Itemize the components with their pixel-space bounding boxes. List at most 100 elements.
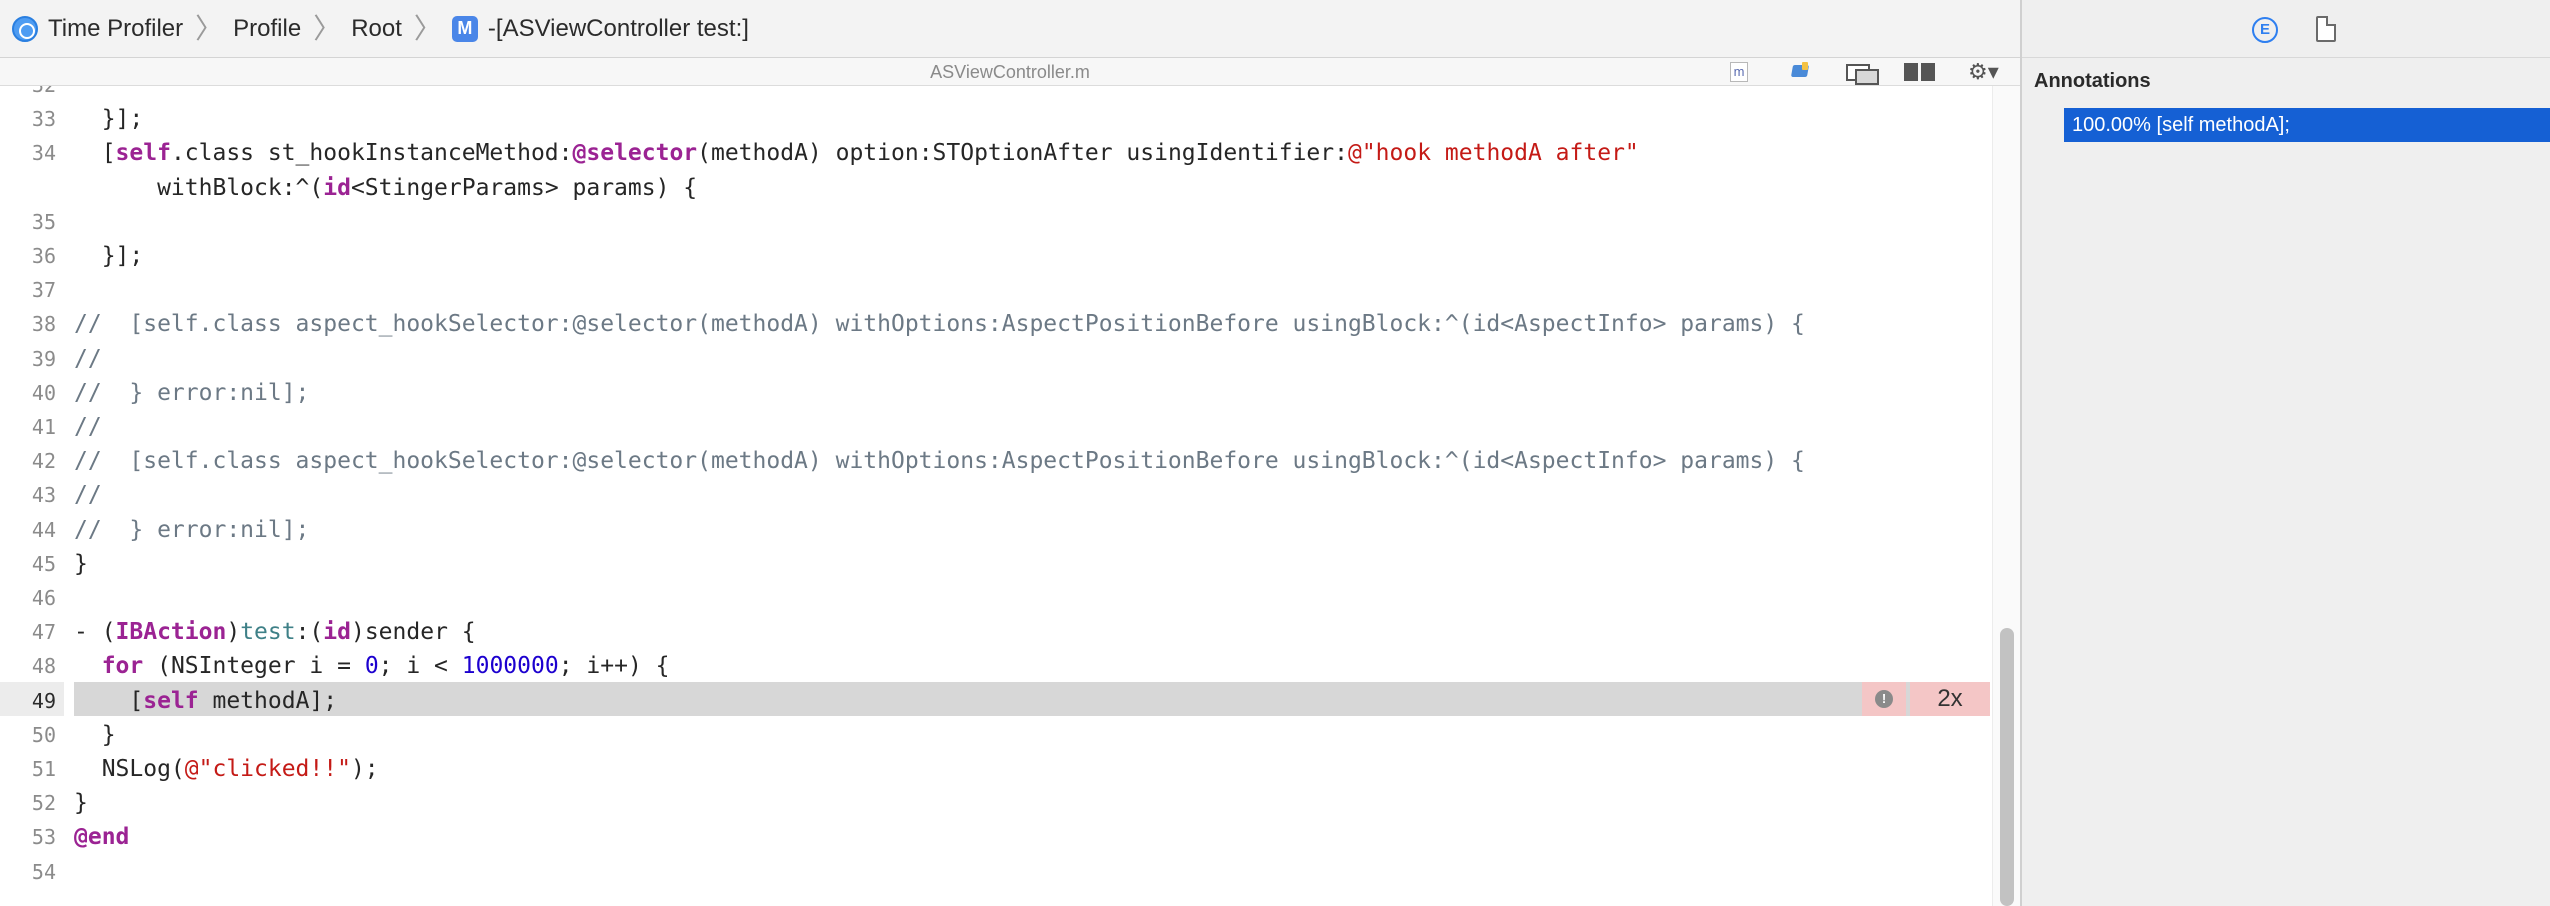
code-line[interactable]: 49 [self methodA];: [0, 684, 1990, 718]
code-line[interactable]: withBlock:^(id<StingerParams> params) {: [0, 171, 1990, 205]
code-line[interactable]: 42 // [self.class aspect_hookSelector:@se…: [0, 444, 1990, 478]
objc-file-icon[interactable]: m: [1730, 62, 1748, 82]
code-text: withBlock:^(id<StingerParams> params) {: [74, 171, 697, 205]
inspector-tab-bar: E: [2022, 0, 2550, 58]
code-text: NSLog(@"clicked!!");: [74, 752, 379, 786]
line-number: 47: [31, 620, 56, 645]
code-line[interactable]: 32: [0, 86, 1990, 102]
code-token: }: [74, 550, 88, 577]
code-line[interactable]: 38 // [self.class aspect_hookSelector:@se…: [0, 307, 1990, 341]
chevron-right-icon: 〉: [413, 12, 442, 44]
line-number: 39: [31, 346, 56, 371]
code-token: (NSInteger i =: [143, 653, 365, 680]
extended-detail-tab-icon[interactable]: E: [2252, 17, 2278, 43]
code-token: :(: [295, 619, 324, 646]
code-line[interactable]: 52}: [0, 786, 1990, 820]
chevron-right-icon: 〉: [313, 12, 342, 44]
scrollbar-thumb[interactable]: [2000, 628, 2014, 906]
code-line[interactable]: 45}: [0, 547, 1990, 581]
code-token: }];: [74, 106, 144, 133]
code-text: [self methodA];: [74, 684, 337, 718]
code-text: //: [74, 342, 102, 376]
breadcrumb-profile[interactable]: Profile: [233, 0, 301, 58]
line-number: 42: [31, 449, 56, 474]
code-line[interactable]: 54: [0, 855, 1990, 889]
code-token: ; i++) {: [558, 653, 670, 680]
line-number: 53: [31, 825, 56, 850]
code-token: ): [226, 619, 241, 646]
code-token: //: [74, 345, 102, 372]
line-number: 33: [31, 107, 56, 132]
line-number: 46: [31, 586, 56, 610]
vertical-scrollbar[interactable]: [1992, 86, 2020, 906]
line-number: 52: [31, 791, 56, 816]
code-line[interactable]: 44 // } error:nil];: [0, 513, 1990, 547]
code-text: }: [74, 718, 116, 752]
code-line[interactable]: 35: [0, 205, 1990, 239]
code-token: }: [74, 790, 88, 817]
code-line[interactable]: 46: [0, 581, 1990, 615]
code-text: }: [74, 547, 88, 581]
code-view[interactable]: ! 2x 3233 }];34 [self.class st_hookInsta…: [0, 86, 1990, 906]
code-line[interactable]: 37: [0, 273, 1990, 307]
code-line[interactable]: 40 // } error:nil];: [0, 376, 1990, 410]
code-text: // [self.class aspect_hookSelector:@sele…: [74, 307, 1805, 341]
line-number: 44: [31, 517, 56, 542]
breadcrumb-root[interactable]: Root: [351, 0, 402, 58]
line-number: 51: [31, 757, 56, 781]
code-token: );: [350, 756, 379, 782]
gear-icon[interactable]: ⚙▾: [1968, 61, 2002, 83]
code-line[interactable]: 43 //: [0, 478, 1990, 512]
code-line[interactable]: 41 //: [0, 410, 1990, 444]
code-line[interactable]: 34 [self.class st_hookInstanceMethod:@se…: [0, 136, 1990, 170]
code-line[interactable]: 48 for (NSInteger i = 0; i < 1000000; i+…: [0, 649, 1990, 683]
code-line[interactable]: 53 @end: [0, 820, 1990, 854]
code-token: // } error:nil];: [74, 516, 310, 543]
code-text: }: [74, 786, 88, 820]
code-token: // } error:nil];: [74, 379, 310, 406]
code-token: }: [74, 721, 116, 748]
code-text: }];: [74, 239, 144, 273]
code-token: (methodA) option:STOptionAfter usingIden…: [697, 140, 1348, 167]
annotation-list-item[interactable]: 100.00% [self methodA];: [2064, 108, 2550, 142]
code-line[interactable]: 33 }];: [0, 102, 1990, 136]
code-text: // [self.class aspect_hookSelector:@sele…: [74, 444, 1805, 478]
code-line[interactable]: 39 //: [0, 342, 1990, 376]
interface-builder-icon[interactable]: [1790, 62, 1812, 82]
code-text: for (NSInteger i = 0; i < 1000000; i++) …: [74, 649, 670, 683]
code-token: for: [101, 653, 144, 680]
line-number: 41: [31, 415, 56, 439]
code-token: self: [143, 687, 199, 714]
code-token: )sender {: [350, 619, 476, 646]
code-token: [: [74, 140, 116, 167]
breadcrumb-method[interactable]: M -[ASViewController test:]: [451, 0, 749, 58]
source-editor-pane: Time Profiler 〉 Profile 〉 Root 〉 M -[ASV…: [0, 0, 2020, 906]
code-line[interactable]: 51 NSLog(@"clicked!!");: [0, 752, 1990, 786]
code-text: //: [74, 410, 102, 444]
code-line[interactable]: 36 }];: [0, 239, 1990, 273]
line-number: 45: [31, 551, 56, 576]
code-line[interactable]: 50 }: [0, 718, 1990, 752]
line-number: 54: [31, 859, 56, 884]
code-line[interactable]: 47 - (IBAction)test:(id)sender {: [0, 615, 1990, 649]
code-token: - (: [74, 619, 116, 646]
breadcrumb-label: Profile: [233, 14, 302, 42]
code-token: // [self.class aspect_hookSelector:@sele…: [74, 448, 1805, 475]
windows-icon[interactable]: [1846, 62, 1879, 85]
code-token: id: [323, 619, 351, 646]
breadcrumb-time-profiler[interactable]: Time Profiler: [12, 0, 183, 58]
line-number: 43: [31, 483, 56, 508]
line-number: 36: [31, 244, 56, 268]
file-tab-icon[interactable]: [2316, 16, 2336, 42]
code-token: ; i <: [378, 653, 462, 680]
code-token: //: [74, 482, 102, 509]
line-number: 50: [31, 722, 56, 747]
code-token: // [self.class aspect_hookSelector:@sele…: [74, 311, 1805, 338]
code-token: test: [240, 619, 296, 646]
code-token: IBAction: [115, 619, 227, 646]
code-token: @"hook methodA after": [1347, 140, 1639, 167]
annotations-title: Annotations: [2034, 70, 2151, 92]
code-token: }];: [74, 243, 144, 269]
split-view-icon[interactable]: [1904, 62, 1936, 82]
line-number: 37: [31, 278, 56, 303]
